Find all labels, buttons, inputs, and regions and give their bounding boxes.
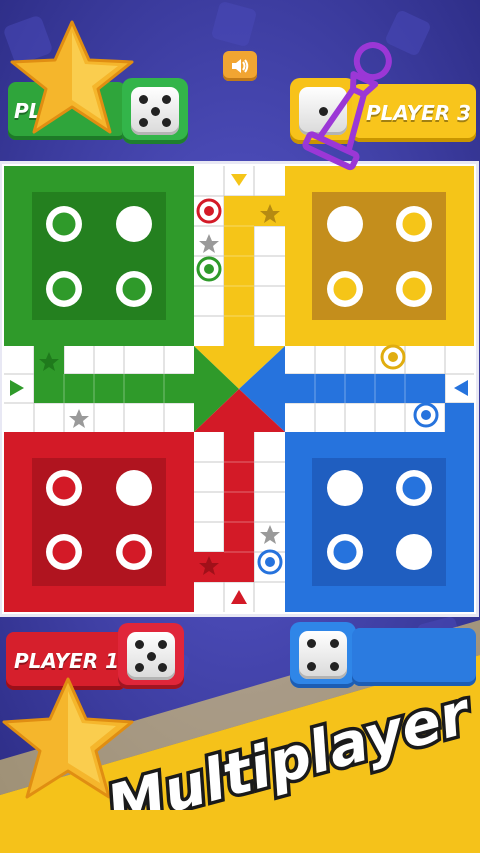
token-green[interactable] [196,256,222,282]
dice-button-blue[interactable] [290,622,356,688]
dice [127,632,175,680]
red-arrow-icon [231,590,247,604]
banner-text: Multiplayer [100,690,479,810]
speaker-icon [232,59,249,73]
board-svg [4,166,474,612]
star-icon [10,20,134,134]
yellow-arrow-icon [231,174,247,186]
blue-lane [285,374,474,432]
green-arrow-icon [10,380,24,396]
token-blue[interactable] [257,549,283,575]
blue-arrow-icon [454,380,468,396]
dice [299,631,347,679]
player-card-blue [352,628,476,686]
token-red[interactable] [196,198,222,224]
ludo-board [2,164,476,614]
player-name: PLAYER 1 [14,649,120,673]
token-blue[interactable] [413,402,439,428]
sound-button[interactable] [223,51,257,81]
token-yellow[interactable] [380,344,406,370]
green-lane [34,346,194,403]
red-lane [194,432,254,582]
multiplayer-banner: Multiplayer [97,690,480,810]
pawn-icon [302,42,392,171]
